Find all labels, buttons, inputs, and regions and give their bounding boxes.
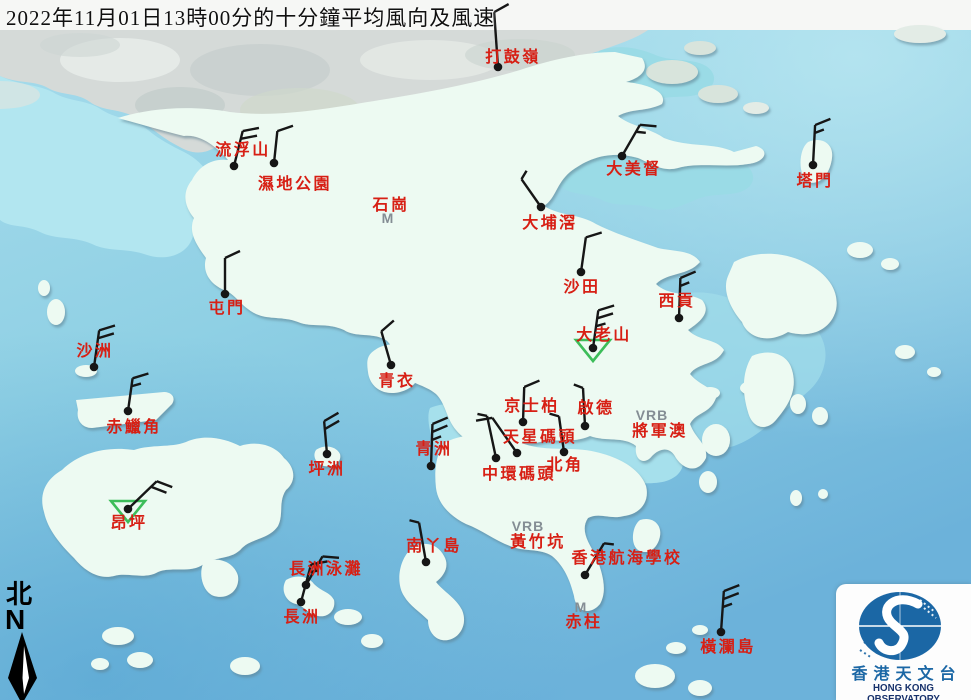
wind-barb-icon xyxy=(519,171,548,207)
station-label-sha-tin: 沙田 xyxy=(563,278,600,296)
wind-barb-icon xyxy=(128,371,148,413)
station-waglan-island xyxy=(717,584,740,636)
station-label-hk-sea-school: 香港航海學校 xyxy=(570,548,682,567)
station-dot xyxy=(809,161,818,170)
station-label-tates-cairn: 大老山 xyxy=(576,325,632,344)
station-dot xyxy=(124,505,133,514)
station-chek-lap-kok xyxy=(124,371,149,415)
station-label-peng-chau: 坪洲 xyxy=(308,460,345,478)
map-title: 2022年11月01日13時00分的十分鐘平均風向及風速 xyxy=(6,2,495,32)
station-dot xyxy=(581,571,590,580)
station-dot xyxy=(323,450,332,459)
station-dot xyxy=(427,462,436,471)
station-label-tuen-mun: 屯門 xyxy=(208,298,245,317)
station-dot xyxy=(537,203,546,212)
hko-logo-title-en: HONG KONG OBSERVATORY xyxy=(838,683,969,700)
station-dot xyxy=(230,162,239,171)
station-dot xyxy=(492,454,501,463)
station-dot xyxy=(581,422,590,431)
wind-barb-icon xyxy=(813,118,830,166)
wind-barb-icon xyxy=(379,320,405,365)
station-label-kai-tak: 啟德 xyxy=(577,398,614,417)
station-marker-tseung-kwan-o: VRB xyxy=(636,407,669,423)
station-dot xyxy=(387,361,396,370)
station-dot xyxy=(124,407,133,416)
station-label-kings-park: 京士柏 xyxy=(504,396,560,415)
station-dot xyxy=(422,558,431,567)
wind-barb-icon xyxy=(225,251,240,294)
station-tai-mei-tuk xyxy=(618,119,657,164)
station-wetland-park xyxy=(270,124,293,167)
station-label-ta-kwu-ling: 打鼓嶺 xyxy=(485,47,541,66)
station-label-sai-kung: 西貢 xyxy=(658,292,695,310)
wind-map-app: 打鼓嶺流浮山濕地公園 M 石崗 大美督塔門大埔滘屯門 沙田西貢沙洲 大老山青衣赤鱲角 京士柏… xyxy=(0,0,971,700)
station-dot xyxy=(519,418,528,427)
hko-logo-emblem-icon xyxy=(836,584,971,664)
north-arrow-icon xyxy=(5,632,45,700)
station-sha-tin xyxy=(577,230,602,276)
wind-barb-icon xyxy=(721,584,739,633)
station-dot xyxy=(717,628,726,637)
compass-north-letter: N xyxy=(5,608,48,632)
station-dot xyxy=(577,268,586,277)
station-label-green-island: 青洲 xyxy=(415,439,452,458)
station-tai-po-kau xyxy=(519,171,548,212)
wind-barb-icon xyxy=(622,119,656,164)
station-tuen-mun xyxy=(221,251,240,298)
station-label-lau-fau-shan: 流浮山 xyxy=(215,140,271,159)
hko-logo-title-cjk: 香港天文台 xyxy=(836,660,971,684)
station-labels: 打鼓嶺流浮山濕地公園 M 石崗 大美督塔門大埔滘屯門 沙田西貢沙洲 大老山青衣赤鱲角 京士柏… xyxy=(76,47,833,656)
station-label-waglan-island: 橫瀾島 xyxy=(700,637,756,656)
station-dot xyxy=(297,598,306,607)
station-dot xyxy=(221,290,230,299)
station-label-shek-kong: 石崗 xyxy=(371,195,409,214)
station-dot xyxy=(560,448,569,457)
station-marker-stanley: M xyxy=(575,599,588,615)
station-label-sha-chau: 沙洲 xyxy=(76,342,113,360)
station-label-tai-mei-tuk: 大美督 xyxy=(606,159,662,178)
station-dot xyxy=(270,159,279,168)
compass: 北 N xyxy=(4,582,48,700)
station-label-lamma-island: 南丫島 xyxy=(406,536,462,555)
station-label-wetland-park: 濕地公園 xyxy=(258,174,332,193)
station-label-tai-po-kau: 大埔滘 xyxy=(522,213,578,232)
station-label-cheung-chau: 長洲 xyxy=(283,608,320,626)
wind-barb-icon xyxy=(274,124,293,164)
station-tsing-yi xyxy=(379,320,405,369)
station-label-cheung-chau-beach: 長洲泳灘 xyxy=(289,559,363,578)
station-marker-wong-chuk-hang: VRB xyxy=(512,518,545,534)
station-label-stanley: 赤柱 xyxy=(565,612,602,631)
station-label-tseung-kwan-o: 將軍澳 xyxy=(632,421,688,440)
wind-barb-icon xyxy=(581,230,602,274)
station-label-chek-lap-kok: 赤鱲角 xyxy=(106,417,162,436)
station-dot xyxy=(675,314,684,323)
station-tap-mun xyxy=(809,118,831,169)
hko-logo: 香港天文台 HONG KONG OBSERVATORY xyxy=(836,584,971,700)
station-label-tsing-yi: 青衣 xyxy=(378,371,415,390)
station-peng-chau xyxy=(323,413,342,458)
station-dot xyxy=(90,363,99,372)
station-label-tap-mun: 塔門 xyxy=(796,171,833,190)
stations-layer: 打鼓嶺流浮山濕地公園 M 石崗 大美督塔門大埔滘屯門 沙田西貢沙洲 大老山青衣赤鱲角 京士柏… xyxy=(0,0,971,700)
station-dot xyxy=(513,449,522,458)
wind-barb-icon xyxy=(324,413,342,454)
station-label-ngong-ping: 昂坪 xyxy=(110,514,147,532)
station-dot xyxy=(618,152,627,161)
station-label-star-ferry-pier: 天星碼頭 xyxy=(503,428,577,446)
station-dot xyxy=(589,344,598,353)
station-label-central-pier: 中環碼頭 xyxy=(482,464,556,483)
station-label-wong-chuk-hang: 黃竹坑 xyxy=(509,532,566,551)
